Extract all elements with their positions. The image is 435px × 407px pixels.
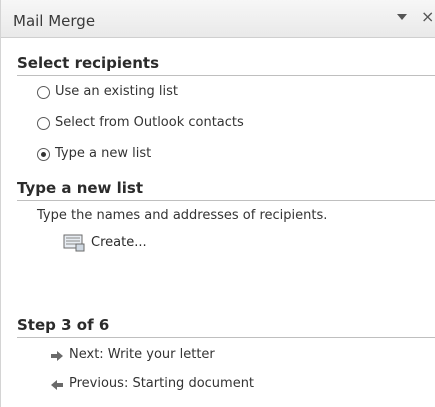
previous-step-label: Previous: Starting document	[69, 376, 255, 391]
radio-label: Select from Outlook contacts	[55, 115, 244, 130]
radio-label: Use an existing list	[55, 84, 179, 99]
create-list-icon	[63, 234, 85, 252]
mail-merge-pane: Mail Merge × Select recipients Use an ex…	[0, 0, 435, 407]
type-new-list-description: Type the names and addresses of recipien…	[37, 208, 328, 223]
pane-title-bar: Mail Merge ×	[1, 0, 435, 38]
next-step-label: Next: Write your letter	[69, 347, 215, 362]
step-header: Step 3 of 6	[17, 316, 435, 338]
radio-button-icon[interactable]	[37, 117, 50, 130]
type-new-list-header: Type a new list	[17, 179, 435, 201]
arrow-right-icon	[51, 351, 63, 361]
radio-label: Type a new list	[55, 146, 152, 161]
select-recipients-header: Select recipients	[17, 54, 435, 76]
select-recipients-heading: Select recipients	[17, 54, 160, 72]
radio-button-icon[interactable]	[37, 86, 50, 99]
create-label: Create...	[91, 235, 147, 250]
step-heading: Step 3 of 6	[17, 316, 110, 334]
chevron-down-icon[interactable]	[397, 14, 407, 20]
radio-button-checked-icon[interactable]	[37, 148, 50, 161]
pane-title: Mail Merge	[13, 12, 96, 30]
type-new-list-heading: Type a new list	[17, 179, 144, 197]
close-icon[interactable]: ×	[421, 9, 434, 25]
arrow-left-icon	[51, 380, 63, 390]
